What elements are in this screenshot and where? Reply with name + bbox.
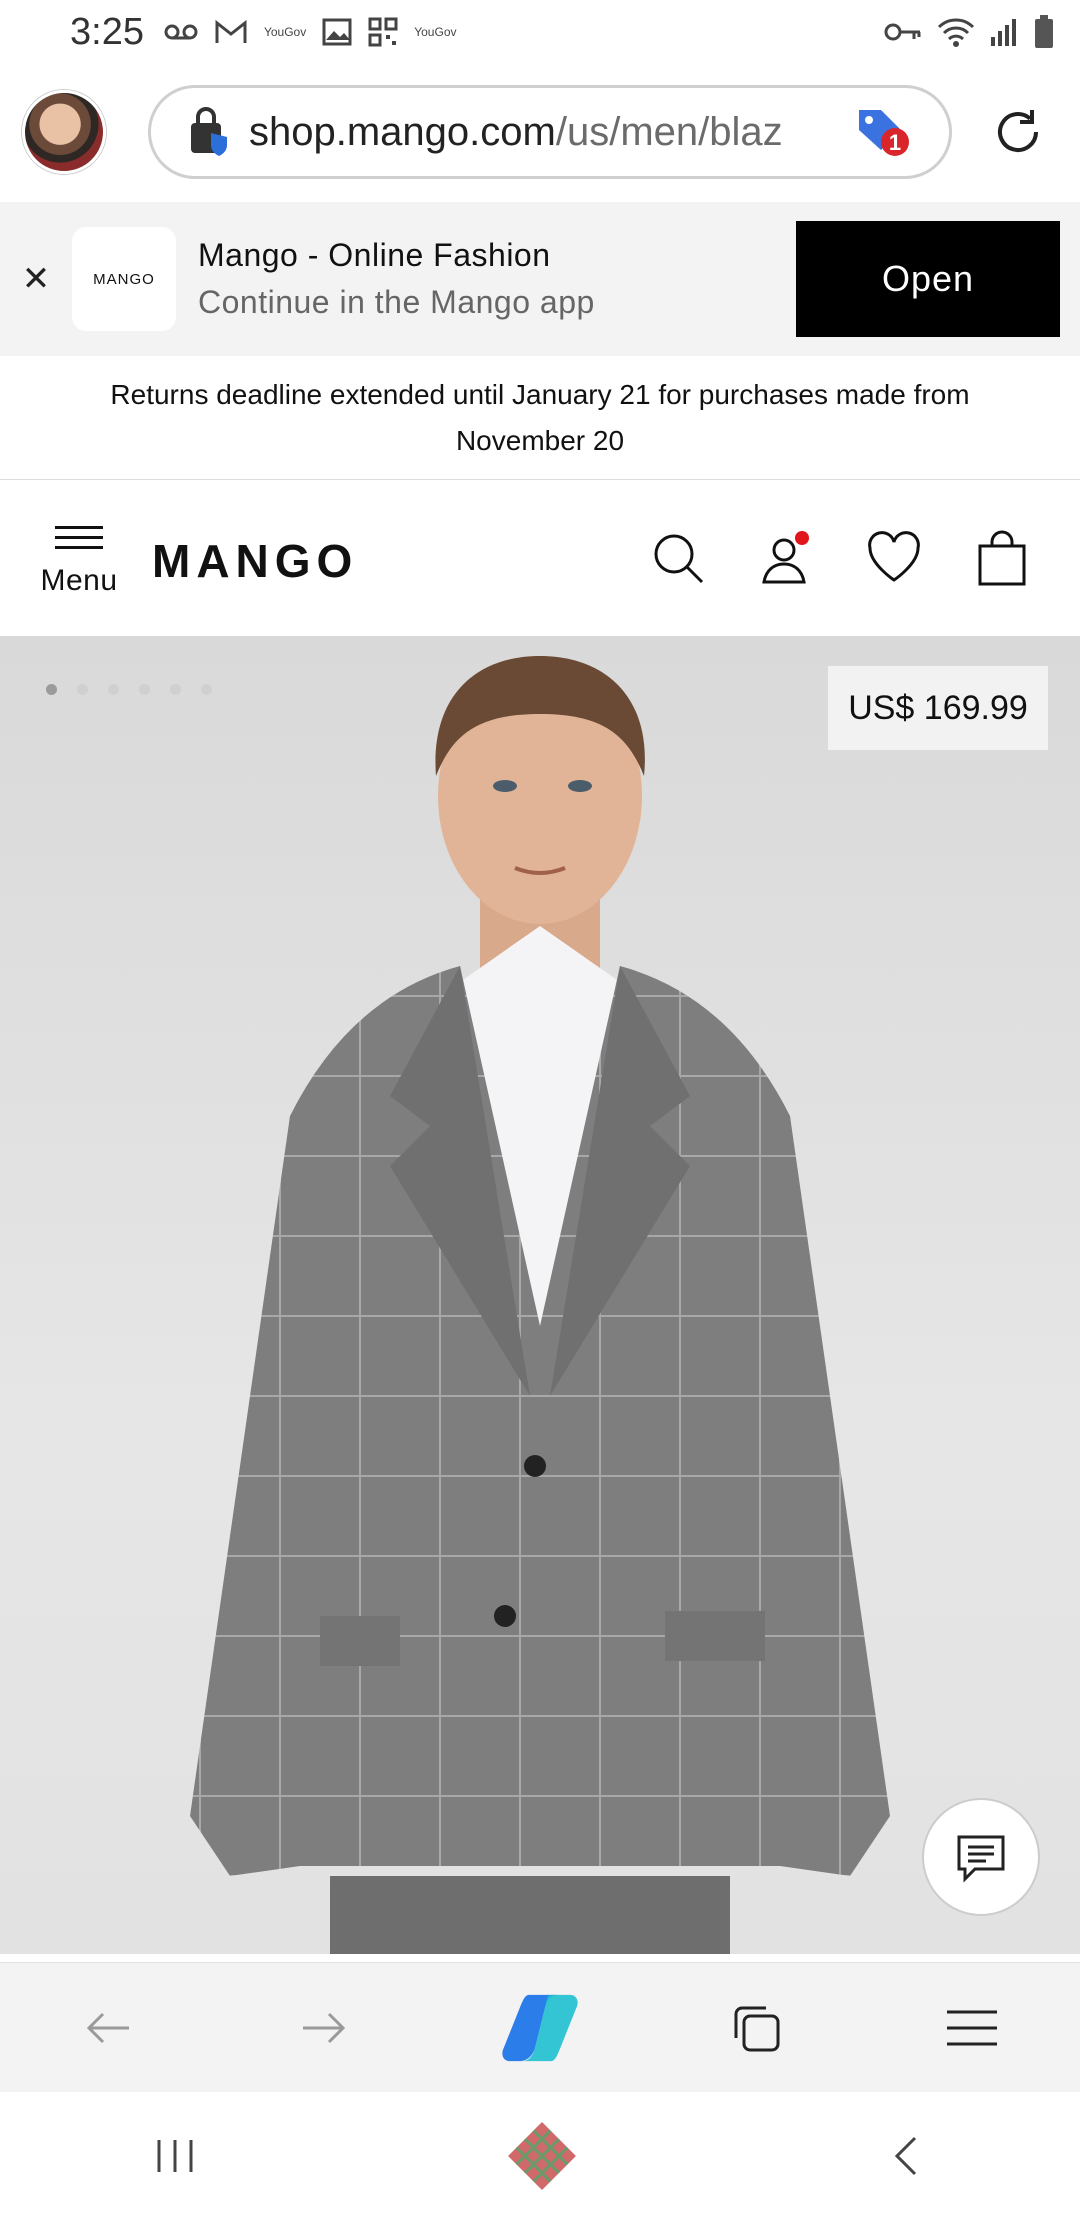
menu-label: Menu bbox=[40, 563, 118, 597]
gallery-dots[interactable] bbox=[46, 684, 212, 695]
brand-logo[interactable]: MANGO bbox=[152, 534, 358, 588]
system-back-icon[interactable] bbox=[887, 2134, 927, 2178]
announcement-bar: Returns deadline extended until January … bbox=[0, 356, 1080, 480]
wifi-icon bbox=[937, 18, 975, 47]
wishlist-heart-icon[interactable] bbox=[866, 530, 922, 586]
url-text: shop.mango.com/us/men/blaz bbox=[249, 110, 843, 155]
reload-icon[interactable] bbox=[988, 102, 1048, 162]
profile-avatar[interactable] bbox=[22, 90, 106, 174]
model-in-blazer-image bbox=[190, 656, 890, 1954]
coupon-icon[interactable]: 1 bbox=[853, 106, 913, 158]
banner-texts: Mango - Online Fashion Continue in the M… bbox=[198, 237, 595, 321]
gallery-icon bbox=[322, 18, 352, 46]
signal-icon bbox=[991, 19, 1016, 46]
price-tag: US$ 169.99 bbox=[828, 666, 1048, 750]
status-system-icons bbox=[884, 15, 1054, 49]
tabs-icon bbox=[734, 2006, 780, 2051]
qr-icon bbox=[368, 17, 398, 47]
account-icon[interactable] bbox=[758, 530, 814, 586]
url-path: /us/men/blaz bbox=[555, 109, 783, 154]
browser-menu-button[interactable] bbox=[932, 1988, 1012, 2068]
banner-title: Mango - Online Fashion bbox=[198, 237, 551, 273]
menu-button[interactable]: Menu bbox=[36, 519, 122, 598]
browser-address-row: shop.mango.com/us/men/blaz 1 bbox=[0, 64, 1080, 200]
tabs-button[interactable] bbox=[716, 1988, 796, 2068]
shopping-bag-lock-icon bbox=[191, 107, 227, 156]
yougov-icon: YouGov bbox=[414, 25, 457, 39]
app-install-banner: ✕ MANGO Mango - Online Fashion Continue … bbox=[0, 202, 1080, 356]
chat-icon bbox=[957, 1835, 1005, 1883]
voicemail-icon bbox=[164, 24, 198, 40]
gallery-dot[interactable] bbox=[108, 684, 119, 695]
banner-subtitle: Continue in the Mango app bbox=[198, 284, 595, 320]
browser-toolbar bbox=[0, 1962, 1080, 2092]
forward-button[interactable] bbox=[284, 1988, 364, 2068]
battery-icon bbox=[1035, 15, 1053, 48]
chat-button[interactable] bbox=[922, 1798, 1040, 1916]
url-host: shop.mango.com bbox=[249, 109, 556, 154]
gmail-icon bbox=[215, 19, 247, 43]
status-time: 3:25 bbox=[70, 10, 144, 53]
system-navigation-bar bbox=[0, 2092, 1080, 2220]
key-icon bbox=[884, 23, 921, 41]
banner-close-icon[interactable]: ✕ bbox=[0, 259, 72, 299]
status-notification-icons: YouGov YouGov bbox=[164, 17, 457, 47]
banner-app-logo: MANGO bbox=[72, 227, 176, 331]
search-icon[interactable] bbox=[650, 530, 706, 586]
gallery-dot[interactable] bbox=[170, 684, 181, 695]
arrow-left-icon bbox=[86, 2012, 129, 2043]
recents-icon[interactable] bbox=[153, 2136, 197, 2176]
gallery-dot[interactable] bbox=[201, 684, 212, 695]
header-actions bbox=[650, 530, 1044, 586]
gallery-dot[interactable] bbox=[139, 684, 150, 695]
product-image[interactable]: US$ 169.99 bbox=[0, 636, 1080, 1954]
site-header: Menu MANGO bbox=[0, 480, 1080, 636]
yougov-icon: YouGov bbox=[263, 25, 307, 39]
gallery-dot[interactable] bbox=[77, 684, 88, 695]
arrow-right-icon bbox=[303, 2012, 346, 2043]
gallery-dot[interactable] bbox=[46, 684, 57, 695]
copilot-button[interactable] bbox=[500, 1988, 580, 2068]
hamburger-menu-icon bbox=[947, 2010, 997, 2045]
home-icon[interactable] bbox=[502, 2116, 582, 2196]
status-bar: 3:25 YouGov YouGov bbox=[0, 0, 1080, 64]
shopping-bag-icon[interactable] bbox=[974, 530, 1030, 586]
copilot-icon bbox=[502, 1994, 578, 2061]
hamburger-icon bbox=[55, 519, 103, 556]
coupon-badge-count: 1 bbox=[889, 130, 901, 155]
address-bar[interactable]: shop.mango.com/us/men/blaz 1 bbox=[148, 85, 952, 179]
open-app-button[interactable]: Open bbox=[796, 221, 1060, 337]
back-button[interactable] bbox=[68, 1988, 148, 2068]
